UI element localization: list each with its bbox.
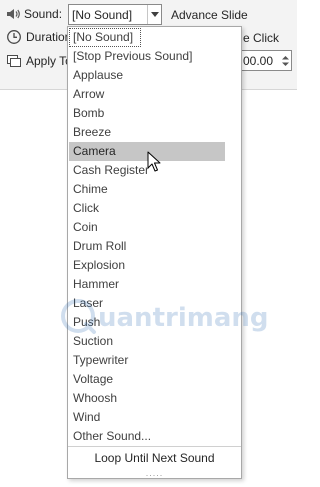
- sound-option-breeze[interactable]: Breeze: [69, 123, 240, 142]
- sound-option-voltage[interactable]: Voltage: [69, 370, 240, 389]
- apply-to-all-label: Apply To: [26, 54, 72, 68]
- advance-slide-label: Advance Slide: [171, 8, 248, 22]
- sound-option-click[interactable]: Click: [69, 199, 240, 218]
- duration-label: Duration: [26, 30, 72, 44]
- clock-icon: [6, 29, 22, 45]
- sound-option-no-sound[interactable]: [No Sound]: [69, 28, 141, 47]
- sound-options: [No Sound] [Stop Previous Sound] Applaus…: [69, 28, 240, 446]
- sound-option-explosion[interactable]: Explosion: [69, 256, 240, 275]
- sound-option-chime[interactable]: Chime: [69, 180, 240, 199]
- sound-option-push[interactable]: Push: [69, 313, 240, 332]
- on-mouse-click-label[interactable]: e Click: [243, 31, 279, 45]
- time-spinner[interactable]: [280, 51, 291, 70]
- sound-option-wind[interactable]: Wind: [69, 408, 240, 427]
- sound-value: [No Sound]: [72, 7, 133, 22]
- after-time-input[interactable]: 00.00: [240, 50, 292, 71]
- loop-until-next-sound-option[interactable]: Loop Until Next Sound: [68, 451, 241, 465]
- apply-to-all-row[interactable]: Apply To: [0, 50, 72, 72]
- sound-row: Sound:: [0, 3, 62, 25]
- duration-row: Duration: [0, 26, 71, 48]
- sound-option-applause[interactable]: Applause: [69, 66, 240, 85]
- sound-option-bomb[interactable]: Bomb: [69, 104, 240, 123]
- sound-option-drum-roll[interactable]: Drum Roll: [69, 237, 240, 256]
- sound-option-hammer[interactable]: Hammer: [69, 275, 240, 294]
- apply-to-all-icon: [6, 53, 22, 69]
- resize-grip[interactable]: .....: [68, 469, 241, 478]
- sound-dropdown-list: [No Sound] [Stop Previous Sound] Applaus…: [67, 26, 242, 479]
- sound-option-arrow[interactable]: Arrow: [69, 85, 240, 104]
- menu-divider: [68, 446, 241, 447]
- sound-option-coin[interactable]: Coin: [69, 218, 240, 237]
- sound-option-laser[interactable]: Laser: [69, 294, 240, 313]
- mouse-pointer-icon: [147, 151, 161, 173]
- sound-dropdown[interactable]: [No Sound]: [68, 4, 162, 25]
- chevron-down-icon[interactable]: [147, 5, 161, 24]
- sound-option-suction[interactable]: Suction: [69, 332, 240, 351]
- sound-label: Sound:: [24, 7, 63, 21]
- sound-option-stop-previous[interactable]: [Stop Previous Sound]: [69, 47, 240, 66]
- after-time-value: 00.00: [243, 53, 274, 68]
- sound-option-whoosh[interactable]: Whoosh: [69, 389, 240, 408]
- speaker-icon: [5, 6, 21, 22]
- sound-option-other-sound[interactable]: Other Sound...: [69, 427, 240, 446]
- sound-option-typewriter[interactable]: Typewriter: [69, 351, 240, 370]
